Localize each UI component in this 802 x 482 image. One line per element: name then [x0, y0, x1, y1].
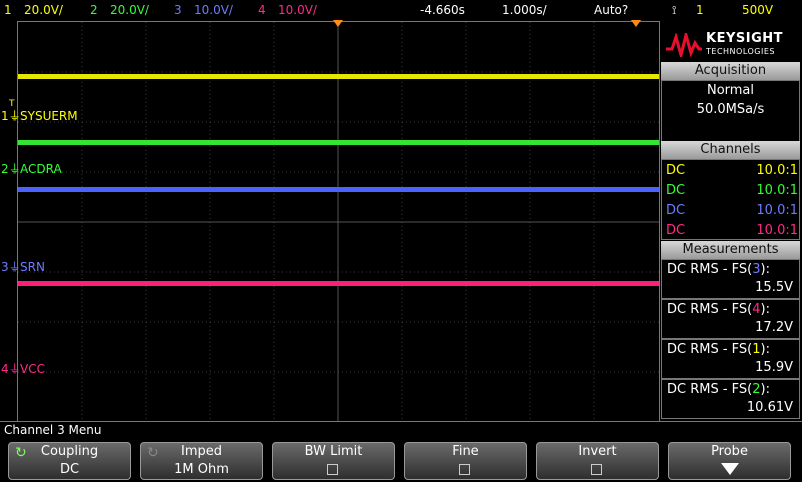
ch2-ground-marker[interactable]: 2⏚ [1, 163, 21, 175]
measurement-value: 15.9V [755, 360, 793, 375]
menu-title-bar: Channel 3 Menu [0, 421, 802, 439]
graticule [18, 22, 659, 421]
channel-coupling: DC [666, 163, 686, 178]
ch1-number[interactable]: 1 [4, 0, 12, 20]
softkey-label: Invert [578, 444, 617, 459]
checkbox-icon [459, 464, 470, 475]
ch2-label: ACDRA [20, 162, 62, 176]
softkey-label: Imped [181, 444, 222, 459]
channel-coupling: DC [666, 223, 686, 238]
checkbox-icon [591, 464, 602, 475]
status-bar: 1 20.0V/ 2 20.0V/ 3 10.0V/ 4 10.0V/ -4.6… [0, 0, 802, 20]
side-panel: KEYSIGHT TECHNOLOGIES Acquisition Normal… [660, 21, 802, 421]
acquisition-header[interactable]: Acquisition [661, 62, 800, 80]
trace-ch2 [18, 140, 659, 145]
measurement-item[interactable]: DC RMS - FS(4): 17.2V [661, 299, 800, 339]
ch4-ground-marker[interactable]: 4⏚ [1, 363, 21, 375]
keysight-wave-icon [666, 33, 702, 57]
probe-softkey[interactable]: Probe [668, 442, 791, 480]
softkey-value: DC [59, 462, 80, 477]
trigger-source[interactable]: 1 [696, 0, 704, 20]
measurement-value: 10.61V [746, 400, 793, 415]
trace-ch3 [18, 187, 659, 192]
ch2-scale[interactable]: 20.0V/ [110, 0, 149, 20]
acquisition-box: Normal 50.0MSa/s [661, 80, 800, 146]
time-reference-marker-icon[interactable] [333, 20, 343, 27]
measurement-value: 17.2V [755, 320, 793, 335]
channel-coupling: DC [666, 203, 686, 218]
channel-row: DC 10.0:1 [666, 181, 798, 201]
trace-ch1 [18, 74, 659, 79]
trigger-mode[interactable]: Auto? [594, 0, 628, 20]
invert-softkey[interactable]: Invert [536, 442, 659, 480]
channel-probe: 10.0:1 [756, 163, 798, 178]
sample-rate: 50.0MSa/s [696, 102, 765, 117]
bw-limit-softkey[interactable]: BW Limit [272, 442, 395, 480]
ch2-number[interactable]: 2 [90, 0, 98, 20]
time-offset[interactable]: -4.660s [420, 0, 465, 20]
ch3-ground-marker[interactable]: 3⏚ [1, 261, 21, 273]
ch1-ground-marker[interactable]: 1⏚ [1, 110, 21, 122]
measurement-item[interactable]: DC RMS - FS(2): 10.61V [661, 379, 800, 419]
measurement-item[interactable]: DC RMS - FS(3): 15.5V [661, 259, 800, 299]
ch1-scale[interactable]: 20.0V/ [24, 0, 63, 20]
waveform-display[interactable] [17, 21, 660, 422]
channel-coupling: DC [666, 183, 686, 198]
channel-row: DC 10.0:1 [666, 221, 798, 241]
ch3-label: SRN [20, 260, 45, 274]
softkey-label: Probe [711, 444, 748, 459]
submenu-arrow-down-icon [721, 463, 739, 475]
channel-row: DC 10.0:1 [666, 201, 798, 221]
time-scale[interactable]: 1.000s/ [502, 0, 547, 20]
softkey-label: BW Limit [304, 444, 363, 459]
acquisition-mode: Normal [706, 83, 755, 98]
trigger-edge-icon: ⟟ [672, 3, 677, 17]
ch3-number[interactable]: 3 [174, 0, 182, 20]
softkey-label: Coupling [40, 444, 99, 459]
channel-probe: 10.0:1 [756, 203, 798, 218]
ch1-label: SYSUERM [20, 109, 78, 123]
channel-row: DC 10.0:1 [666, 161, 798, 181]
fine-softkey[interactable]: Fine [404, 442, 527, 480]
channels-header[interactable]: Channels [661, 141, 800, 159]
trigger-position-marker-icon[interactable] [631, 20, 641, 27]
brand-name: KEYSIGHT [706, 31, 783, 46]
softkey-label: Fine [452, 444, 479, 459]
measurements-header[interactable]: Measurements [661, 241, 800, 259]
checkbox-icon [327, 464, 338, 475]
brand-sub: TECHNOLOGIES [706, 47, 775, 56]
channels-box: DC 10.0:1 DC 10.0:1 DC 10.0:1 DC 10.0:1 [661, 159, 800, 240]
channel-probe: 10.0:1 [756, 183, 798, 198]
trigger-level[interactable]: 500V [742, 0, 773, 20]
impedance-softkey[interactable]: ↻ Imped 1M Ohm [140, 442, 263, 480]
channel-probe: 10.0:1 [756, 223, 798, 238]
ch4-number[interactable]: 4 [258, 0, 266, 20]
measurement-value: 15.5V [755, 280, 793, 295]
ch3-scale[interactable]: 10.0V/ [194, 0, 233, 20]
measurement-item[interactable]: DC RMS - FS(1): 15.9V [661, 339, 800, 379]
ch4-scale[interactable]: 10.0V/ [278, 0, 317, 20]
menu-title: Channel 3 Menu [4, 423, 102, 437]
softkey-value: 1M Ohm [174, 462, 229, 477]
ch4-label: VCC [20, 362, 45, 376]
coupling-softkey[interactable]: ↻ Coupling DC [8, 442, 131, 480]
trace-ch4 [18, 281, 659, 286]
